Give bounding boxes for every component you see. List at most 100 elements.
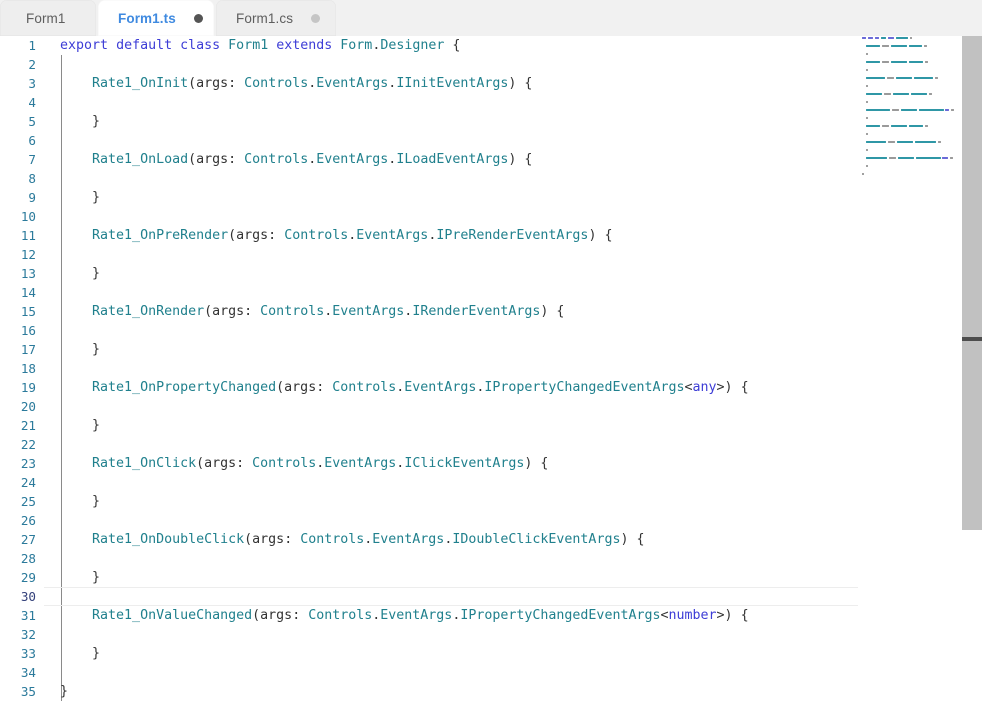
minimap-segment bbox=[898, 157, 914, 159]
code-line[interactable]: 5 } bbox=[0, 112, 858, 131]
tab-label: Form1.ts bbox=[118, 11, 176, 26]
code-line[interactable]: 32 bbox=[0, 625, 858, 644]
token-punc: ( bbox=[204, 304, 212, 319]
code-line[interactable]: 15 Rate1_OnRender(args: Controls.EventAr… bbox=[0, 302, 858, 321]
code-line[interactable]: 31 Rate1_OnValueChanged(args: Controls.E… bbox=[0, 606, 858, 625]
token-punc: ) { bbox=[524, 456, 548, 471]
code-line[interactable]: 34 bbox=[0, 663, 858, 682]
code-line[interactable]: 16 bbox=[0, 321, 858, 340]
tab-form1-cs[interactable]: Form1.cs bbox=[216, 0, 336, 36]
minimap-segment bbox=[929, 93, 932, 95]
code-line[interactable]: 6 bbox=[0, 131, 858, 150]
code-line[interactable]: 11 Rate1_OnPreRender(args: Controls.Even… bbox=[0, 226, 858, 245]
token-kw: default bbox=[116, 38, 172, 53]
tab-form1-ts[interactable]: Form1.ts bbox=[98, 0, 214, 36]
tab-saved-dot-icon[interactable] bbox=[311, 14, 320, 23]
line-number: 26 bbox=[0, 511, 36, 530]
token-type: Rate1_OnDoubleClick bbox=[92, 532, 244, 547]
token-punc: ) { bbox=[508, 76, 532, 91]
code-line[interactable]: 19 Rate1_OnPropertyChanged(args: Control… bbox=[0, 378, 858, 397]
token-punc: ( bbox=[244, 532, 252, 547]
code-line[interactable]: 24 bbox=[0, 473, 858, 492]
token-plain: args bbox=[236, 228, 268, 243]
token-kw: extends bbox=[276, 38, 332, 53]
minimap-segment bbox=[866, 141, 886, 143]
minimap-segment bbox=[950, 157, 953, 159]
code-line[interactable]: 3 Rate1_OnInit(args: Controls.EventArgs.… bbox=[0, 74, 858, 93]
token-punc: : bbox=[236, 456, 252, 471]
minimap-segment bbox=[914, 77, 933, 79]
line-content: Rate1_OnInit(args: Controls.EventArgs.II… bbox=[60, 74, 532, 93]
token-plain: args bbox=[196, 152, 228, 167]
code-line[interactable]: 7 Rate1_OnLoad(args: Controls.EventArgs.… bbox=[0, 150, 858, 169]
line-number: 1 bbox=[0, 36, 36, 55]
token-punc: } bbox=[92, 190, 100, 205]
token-type: IDoubleClickEventArgs bbox=[452, 532, 620, 547]
token-punc: } bbox=[92, 266, 100, 281]
vertical-scrollbar-thumb[interactable] bbox=[962, 36, 982, 530]
code-line[interactable]: 25 } bbox=[0, 492, 858, 511]
code-line[interactable]: 9 } bbox=[0, 188, 858, 207]
code-line[interactable]: 20 bbox=[0, 397, 858, 416]
token-punc: ( bbox=[188, 76, 196, 91]
minimap-segment bbox=[915, 141, 936, 143]
code-line[interactable]: 13 } bbox=[0, 264, 858, 283]
code-line[interactable]: 27 Rate1_OnDoubleClick(args: Controls.Ev… bbox=[0, 530, 858, 549]
code-line[interactable]: 18 bbox=[0, 359, 858, 378]
code-line[interactable]: 29 } bbox=[0, 568, 858, 587]
token-punc: ( bbox=[276, 380, 284, 395]
minimap-segment bbox=[909, 125, 923, 127]
minimap[interactable] bbox=[858, 36, 962, 704]
token-type: EventArgs bbox=[404, 380, 476, 395]
token-kw: export bbox=[60, 38, 108, 53]
minimap-segment bbox=[901, 109, 917, 111]
token-punc: : bbox=[316, 380, 332, 395]
line-content: export default class Form1 extends Form.… bbox=[60, 36, 460, 55]
token-type: IPropertyChangedEventArgs bbox=[484, 380, 684, 395]
code-line[interactable]: 33 } bbox=[0, 644, 858, 663]
minimap-segment bbox=[909, 45, 922, 47]
code-line[interactable]: 10 bbox=[0, 207, 858, 226]
line-number: 9 bbox=[0, 188, 36, 207]
line-number: 22 bbox=[0, 435, 36, 454]
line-content: } bbox=[60, 264, 100, 283]
code-line[interactable]: 4 bbox=[0, 93, 858, 112]
minimap-segment bbox=[891, 125, 907, 127]
minimap-segment bbox=[919, 109, 944, 111]
token-plain bbox=[108, 38, 116, 53]
token-punc: : bbox=[228, 76, 244, 91]
token-type: Rate1_OnInit bbox=[92, 76, 188, 91]
minimap-segment bbox=[893, 93, 909, 95]
minimap-segment bbox=[866, 117, 868, 119]
minimap-segment bbox=[896, 77, 912, 79]
code-line[interactable]: 28 bbox=[0, 549, 858, 568]
minimap-segment bbox=[882, 61, 889, 63]
code-line[interactable]: 35} bbox=[0, 682, 858, 701]
line-content: } bbox=[60, 644, 100, 663]
code-line[interactable]: 30 bbox=[0, 587, 858, 606]
minimap-segment bbox=[891, 61, 907, 63]
token-punc: ) { bbox=[620, 532, 644, 547]
code-line[interactable]: 12 bbox=[0, 245, 858, 264]
code-text-area[interactable]: 1 export default class Form1 extends Form… bbox=[0, 36, 858, 704]
token-type: ILoadEventArgs bbox=[396, 152, 508, 167]
code-line[interactable]: 1 export default class Form1 extends Form… bbox=[0, 36, 858, 55]
token-type: EventArgs bbox=[332, 304, 404, 319]
tab-unsaved-dot-icon[interactable] bbox=[194, 14, 203, 23]
code-line[interactable]: 23 Rate1_OnClick(args: Controls.EventArg… bbox=[0, 454, 858, 473]
token-punc: : bbox=[268, 228, 284, 243]
token-type: Form bbox=[340, 38, 372, 53]
code-line[interactable]: 17 } bbox=[0, 340, 858, 359]
code-line[interactable]: 14 bbox=[0, 283, 858, 302]
code-line[interactable]: 2 bbox=[0, 55, 858, 74]
code-line[interactable]: 8 bbox=[0, 169, 858, 188]
minimap-segment bbox=[866, 53, 868, 55]
code-line[interactable]: 22 bbox=[0, 435, 858, 454]
line-number: 4 bbox=[0, 93, 36, 112]
code-line[interactable]: 21 } bbox=[0, 416, 858, 435]
tab-form1[interactable]: Form1 bbox=[0, 0, 96, 36]
vertical-scrollbar-track[interactable] bbox=[962, 36, 982, 704]
code-line[interactable]: 26 bbox=[0, 511, 858, 530]
minimap-segment bbox=[866, 61, 880, 63]
minimap-segment bbox=[862, 173, 864, 175]
